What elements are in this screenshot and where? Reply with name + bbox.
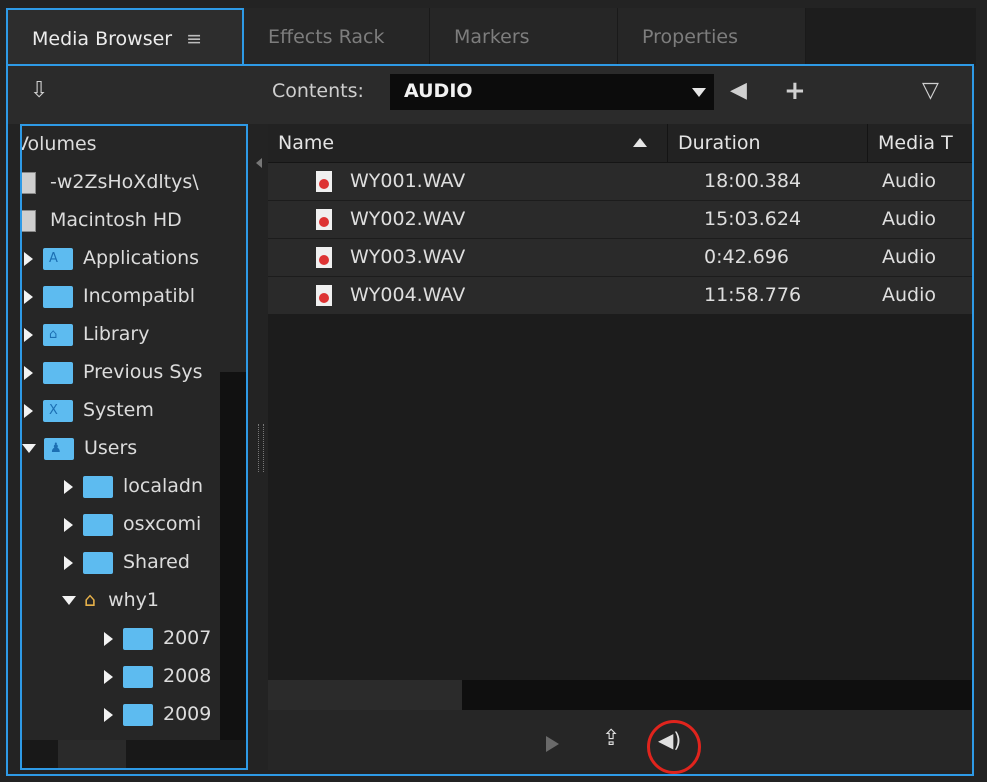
tab-effects-rack[interactable]: Effects Rack (244, 8, 430, 66)
tab-label: Effects Rack (268, 26, 385, 48)
panel-focus-border (6, 64, 974, 776)
panel-menu-icon[interactable]: ≡ (186, 28, 202, 50)
tab-label: Properties (642, 26, 739, 48)
tab-markers[interactable]: Markers (430, 8, 618, 66)
tab-properties[interactable]: Properties (618, 8, 806, 66)
tab-label: Markers (454, 26, 530, 48)
panel-tab-bar: Media Browser ≡ Effects Rack Markers Prop… (6, 8, 976, 66)
tab-media-browser[interactable]: Media Browser ≡ (6, 8, 244, 66)
media-browser-window: Media Browser ≡ Effects Rack Markers Prop… (0, 0, 987, 782)
tab-label: Media Browser (32, 28, 173, 50)
